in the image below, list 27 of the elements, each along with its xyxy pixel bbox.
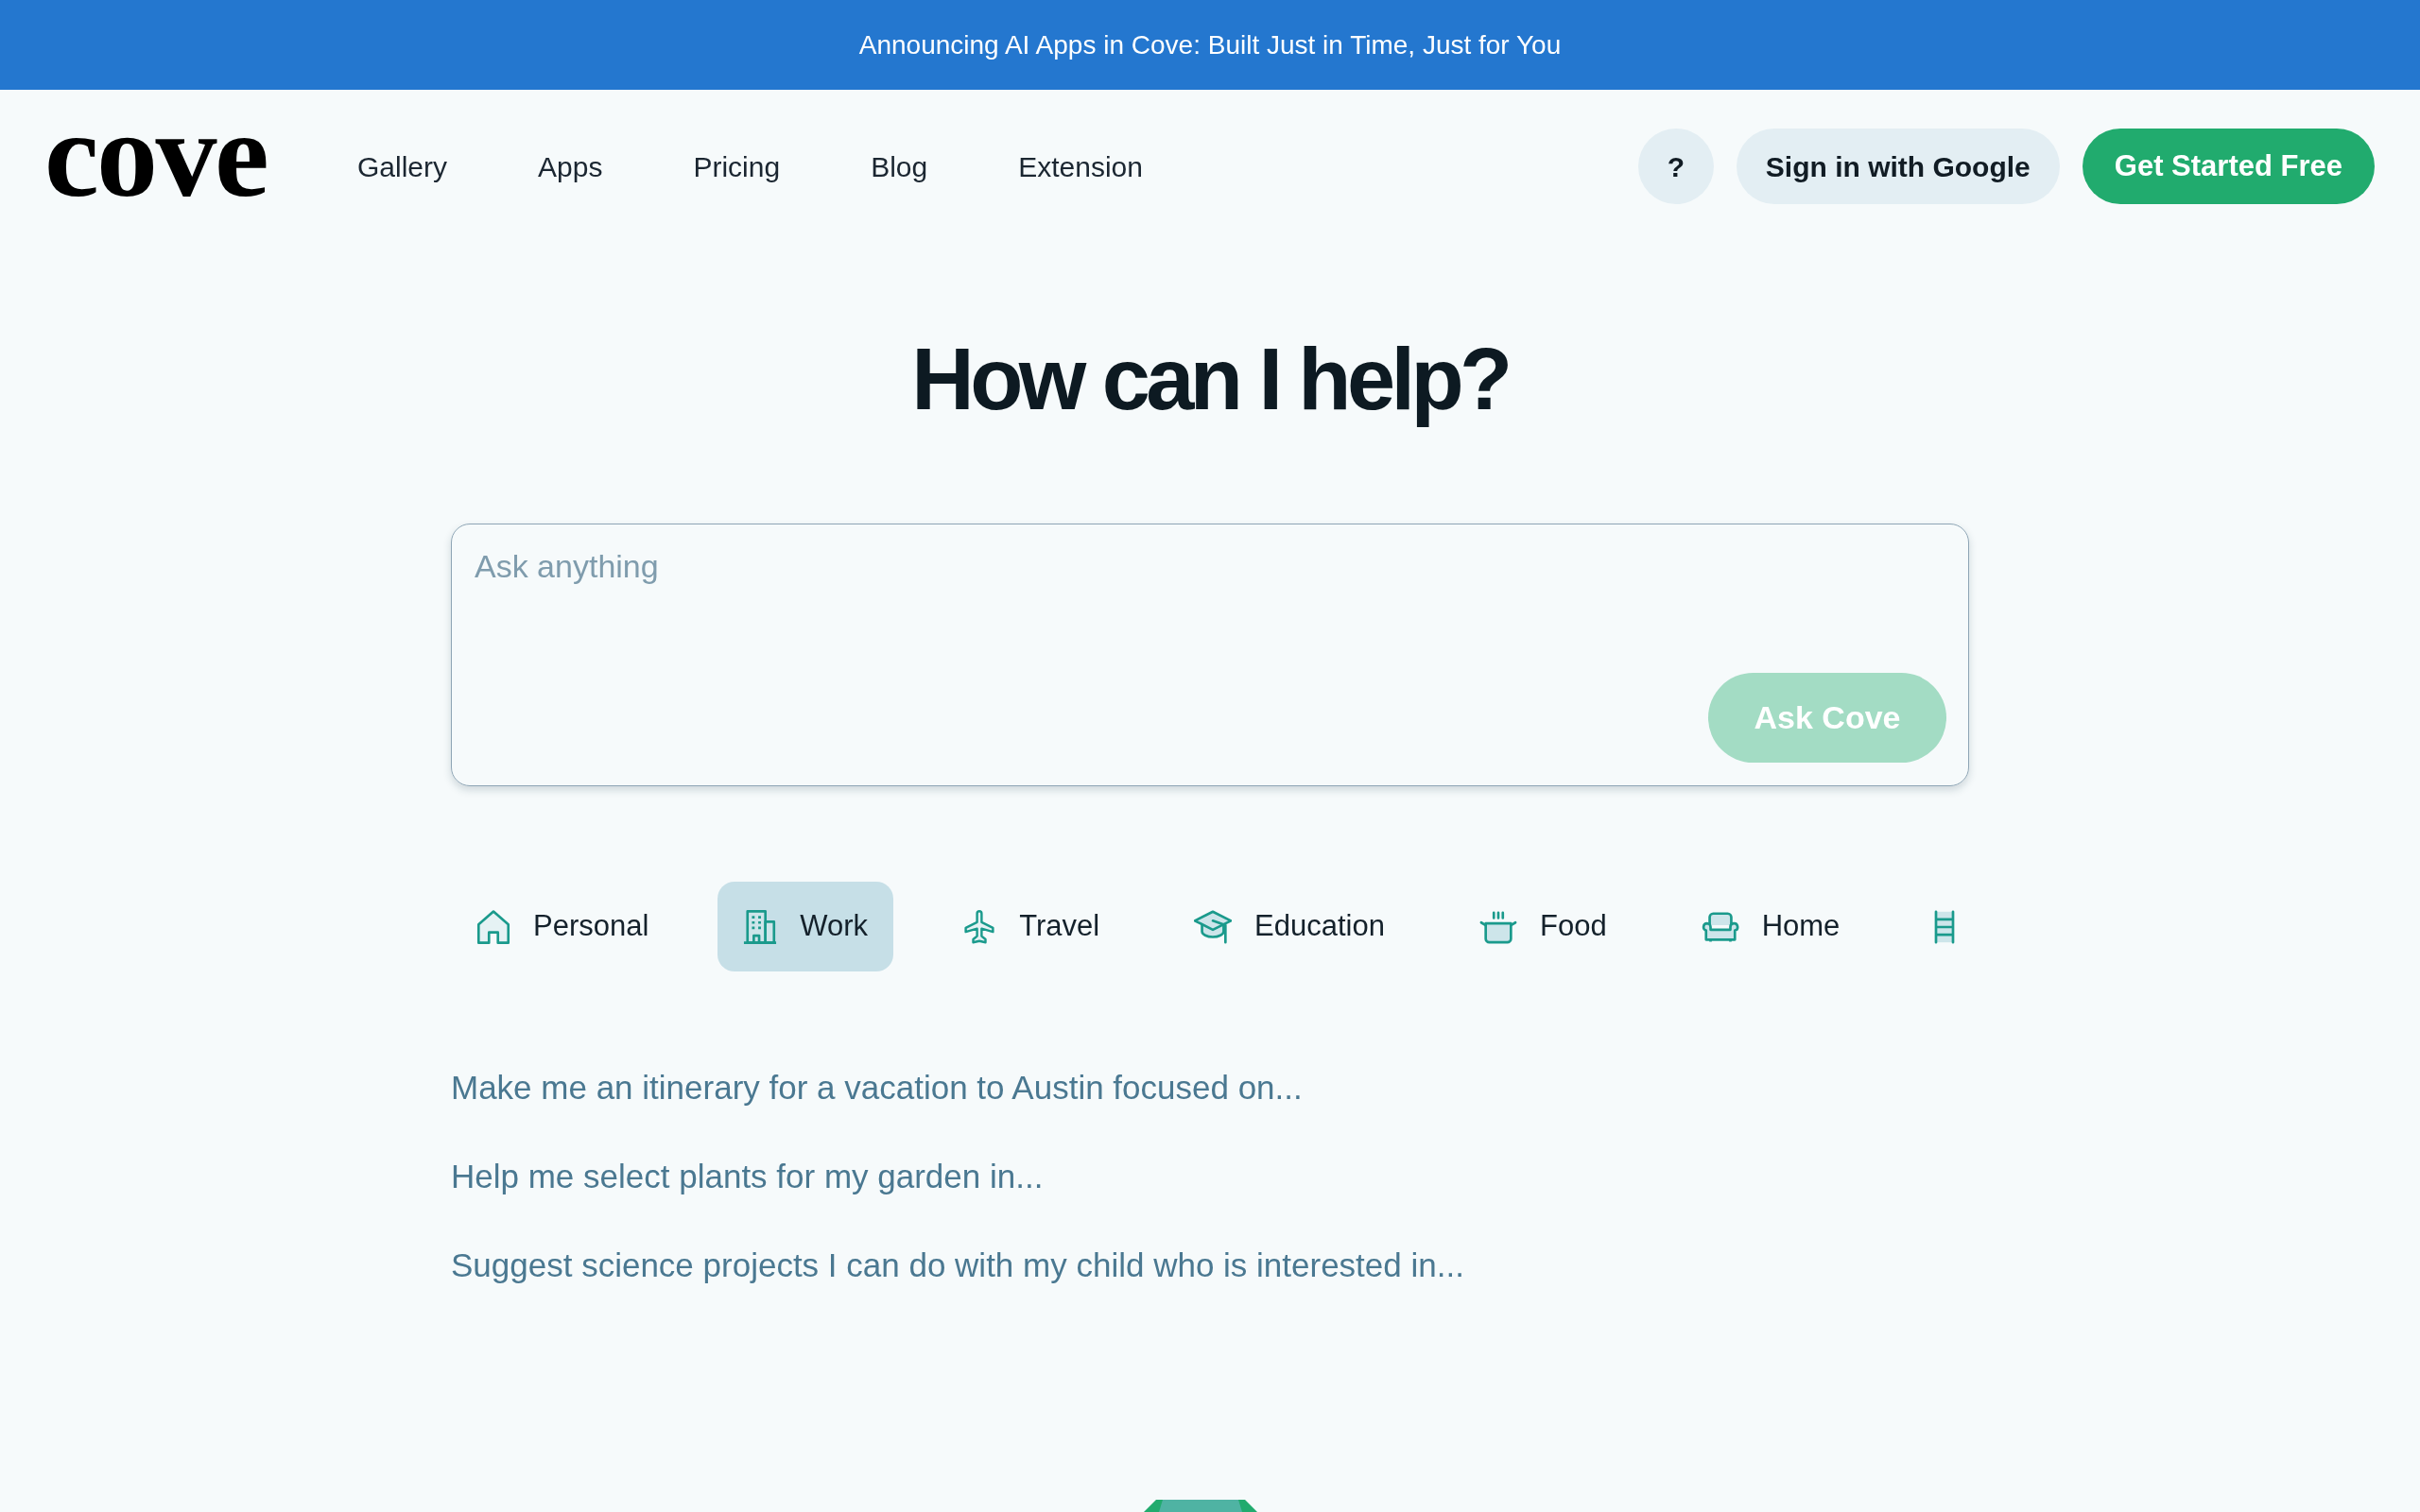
help-button[interactable]: ?	[1637, 129, 1714, 204]
suggestion-link[interactable]: Make me an itinerary for a vacation to Austin focused on...	[451, 1069, 1303, 1107]
category-tab[interactable]: Education	[1168, 882, 1410, 971]
category-tab[interactable]: Personal	[451, 882, 675, 971]
category-tab[interactable]: Travel	[937, 882, 1126, 971]
ladder-icon	[1934, 909, 1956, 944]
nav-link[interactable]: Pricing	[693, 145, 781, 188]
suggestion-link[interactable]: Help me select plants for my garden in...	[451, 1158, 1044, 1195]
nav-link[interactable]: Apps	[538, 145, 603, 188]
house-icon	[476, 909, 510, 944]
hero-title: How can I help?	[911, 330, 1509, 429]
category-tab[interactable]: Home	[1675, 882, 1866, 971]
category-tab[interactable]: Food	[1454, 882, 1633, 971]
nav-link[interactable]: Extension	[1018, 145, 1143, 188]
building-icon	[743, 909, 778, 944]
suggestion-link[interactable]: Suggest science projects I can do with my child who is interested in...	[451, 1246, 1464, 1284]
cooking-pot-icon	[1479, 909, 1517, 944]
armchair-icon	[1701, 910, 1739, 943]
airplane-icon	[962, 909, 997, 944]
logo[interactable]: cove	[44, 93, 267, 215]
graduation-cap-icon	[1194, 909, 1233, 944]
nav-link[interactable]: Gallery	[357, 145, 448, 188]
announcement-link[interactable]: Announcing AI Apps in Cove: Built Just in Time, Just for You	[858, 25, 1562, 65]
nav-link[interactable]: Blog	[871, 145, 928, 188]
prompt-input[interactable]: Ask anything	[475, 547, 1946, 673]
category-tab[interactable]: Work	[717, 882, 894, 971]
sign-in-button[interactable]: Sign in with Google	[1736, 129, 2060, 204]
